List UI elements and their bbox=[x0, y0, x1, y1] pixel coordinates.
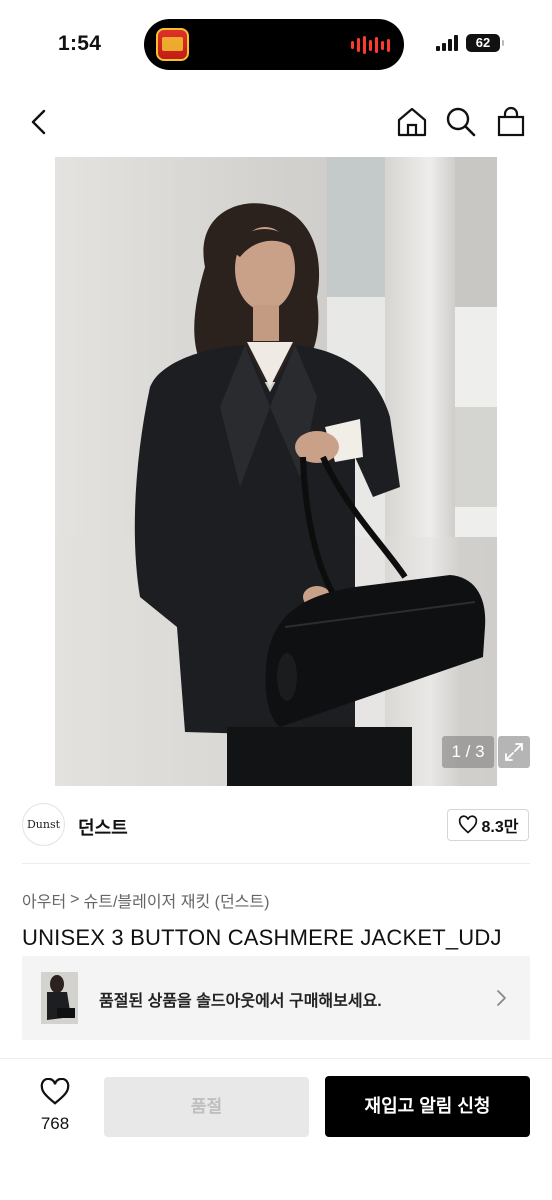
banner-text: 품절된 상품을 솔드아웃에서 구매해보세요. bbox=[99, 993, 382, 1010]
dynamic-island bbox=[144, 19, 404, 70]
breadcrumb: 아우터 > 슈트/블레이저 재킷 (던스트) bbox=[22, 888, 269, 912]
brand-row: Dunst 던스트 8.3만 bbox=[0, 800, 552, 852]
breadcrumb-level2[interactable]: 슈트/블레이저 재킷 (던스트) bbox=[84, 888, 270, 912]
chevron-right-icon bbox=[496, 987, 508, 1009]
heart-icon bbox=[40, 1077, 70, 1105]
brand-like-button[interactable]: 8.3만 bbox=[447, 809, 529, 841]
signal-icon bbox=[436, 35, 458, 51]
restock-alert-button[interactable]: 재입고 알림 신청 bbox=[325, 1076, 530, 1137]
heart-icon bbox=[458, 815, 477, 834]
status-time: 1:54 bbox=[58, 32, 102, 55]
brand-like-count: 8.3만 bbox=[481, 819, 519, 836]
battery-indicator: 62 bbox=[466, 34, 504, 52]
divider bbox=[22, 863, 530, 864]
breadcrumb-separator: > bbox=[70, 891, 80, 908]
product-image[interactable] bbox=[55, 157, 497, 786]
banner-thumbnail bbox=[41, 972, 78, 1024]
search-icon[interactable] bbox=[445, 106, 477, 138]
bag-icon[interactable] bbox=[495, 106, 527, 138]
image-pager: 1 / 3 bbox=[442, 736, 494, 768]
home-icon[interactable] bbox=[396, 106, 428, 138]
product-title: UNISEX 3 BUTTON CASHMERE JACKET_UDJ bbox=[22, 925, 502, 950]
soldout-banner[interactable]: 품절된 상품을 솔드아웃에서 구매해보세요. bbox=[22, 956, 530, 1040]
island-app-icon bbox=[156, 28, 189, 61]
breadcrumb-level1[interactable]: 아우터 bbox=[22, 888, 66, 912]
audio-wave-icon bbox=[351, 36, 390, 54]
bottom-bar-divider bbox=[0, 1058, 552, 1059]
wish-count: 768 bbox=[40, 1114, 70, 1133]
status-indicators: 62 bbox=[436, 34, 504, 52]
soldout-button[interactable]: 품절 bbox=[104, 1077, 309, 1137]
brand-logo[interactable]: Dunst bbox=[22, 803, 65, 846]
brand-name[interactable]: 던스트 bbox=[78, 814, 128, 840]
status-bar: 1:54 62 bbox=[0, 0, 552, 92]
expand-icon[interactable] bbox=[498, 736, 530, 768]
top-nav bbox=[0, 96, 552, 148]
wish-button[interactable]: 768 bbox=[30, 1077, 80, 1134]
back-icon[interactable] bbox=[24, 106, 56, 138]
